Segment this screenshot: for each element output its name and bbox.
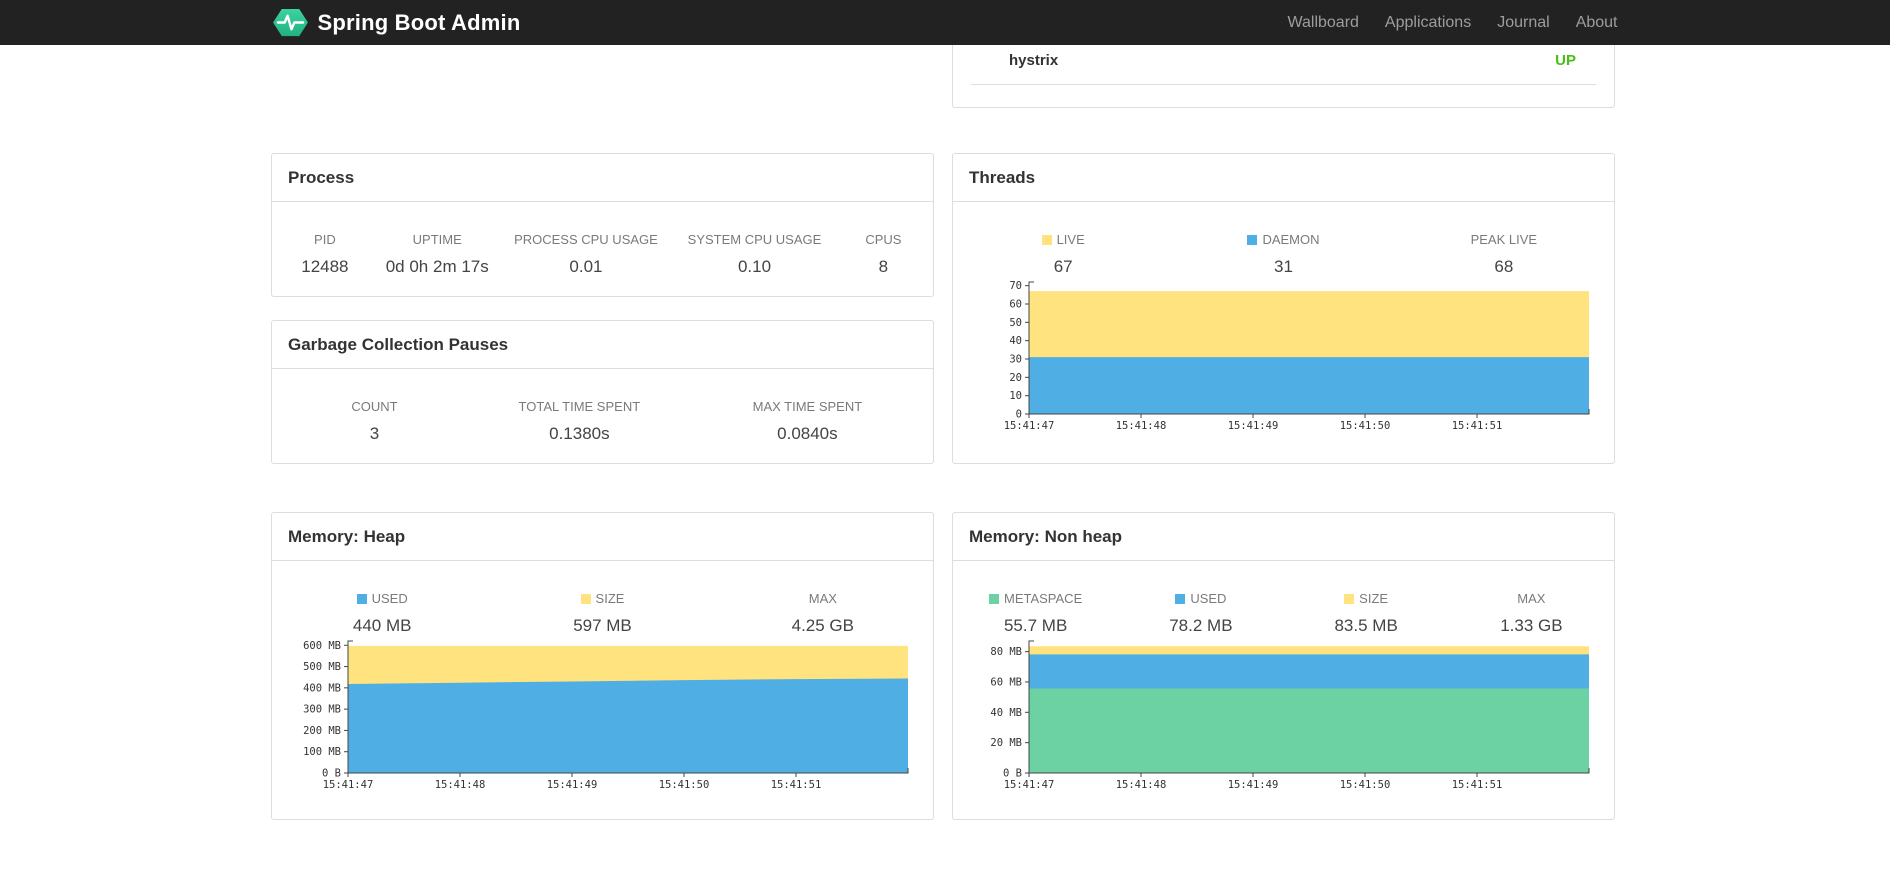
health-row-hystrix: hystrix UP bbox=[971, 52, 1596, 85]
svg-text:15:41:51: 15:41:51 bbox=[1452, 779, 1503, 791]
svg-text:15:41:48: 15:41:48 bbox=[1116, 420, 1167, 432]
svg-text:10: 10 bbox=[1009, 390, 1022, 402]
svg-text:15:41:51: 15:41:51 bbox=[771, 779, 822, 791]
svg-text:50: 50 bbox=[1009, 317, 1022, 329]
used-series-swatch bbox=[1175, 594, 1186, 604]
top-navbar: Spring Boot Admin Wallboard Applications… bbox=[0, 0, 1890, 45]
nonheap-chart: 0 B 20 MB 40 MB 60 MB 80 MB 15:41:47 15:41:48 1… bbox=[983, 635, 1597, 798]
health-indicator-name: hystrix bbox=[1009, 52, 1059, 69]
daemon-series-swatch bbox=[1247, 235, 1258, 245]
nav-item-journal[interactable]: Journal bbox=[1484, 0, 1562, 45]
panel-title-process: Process bbox=[272, 154, 933, 202]
svg-text:15:41:49: 15:41:49 bbox=[547, 779, 598, 791]
svg-text:15:41:51: 15:41:51 bbox=[1452, 420, 1503, 432]
svg-text:15:41:50: 15:41:50 bbox=[1340, 779, 1391, 791]
panel-title-heap: Memory: Heap bbox=[272, 513, 933, 561]
metric-process-cpu-usage: PROCESS CPU USAGE 0.01 bbox=[514, 232, 658, 276]
process-metrics: PID 12488 UPTIME 0d 0h 2m 17s PROCESS CP… bbox=[272, 202, 933, 277]
metric-heap-size: SIZE 597 MB bbox=[573, 591, 632, 635]
metric-heap-max: MAX 4.25 GB bbox=[791, 591, 854, 635]
svg-text:400 MB: 400 MB bbox=[303, 682, 341, 694]
used-series-swatch bbox=[356, 594, 367, 604]
panel-title-nonheap: Memory: Non heap bbox=[953, 513, 1614, 561]
metric-heap-used: USED 440 MB bbox=[352, 591, 412, 635]
svg-text:15:41:48: 15:41:48 bbox=[1116, 779, 1167, 791]
metric-nonheap-used: USED 78.2 MB bbox=[1169, 591, 1233, 635]
svg-text:15:41:49: 15:41:49 bbox=[1228, 779, 1279, 791]
brand-title: Spring Boot Admin bbox=[317, 9, 521, 35]
metric-nonheap-max: MAX 1.33 GB bbox=[1500, 591, 1563, 635]
heap-chart: 0 B 100 MB 200 MB 300 MB 400 MB 500 MB 600 MB 1… bbox=[302, 635, 916, 798]
svg-text:20 MB: 20 MB bbox=[990, 737, 1022, 749]
svg-text:60 MB: 60 MB bbox=[990, 676, 1022, 688]
svg-text:40 MB: 40 MB bbox=[990, 707, 1022, 719]
nav-links: Wallboard Applications Journal About bbox=[1274, 0, 1617, 45]
metric-threads-live: LIVE 67 bbox=[953, 202, 1173, 277]
svg-text:30: 30 bbox=[1009, 354, 1022, 366]
svg-text:80 MB: 80 MB bbox=[990, 646, 1022, 658]
panel-title-gc: Garbage Collection Pauses bbox=[272, 321, 933, 369]
svg-text:500 MB: 500 MB bbox=[303, 661, 341, 673]
svg-text:0 B: 0 B bbox=[1003, 768, 1022, 780]
nav-item-wallboard[interactable]: Wallboard bbox=[1274, 0, 1371, 45]
metric-nonheap-metaspace: METASPACE 55.7 MB bbox=[953, 561, 1118, 636]
svg-text:60: 60 bbox=[1009, 299, 1022, 311]
svg-text:100 MB: 100 MB bbox=[303, 746, 341, 758]
process-panel: Process PID 12488 UPTIME 0d 0h 2m 17s PR… bbox=[271, 153, 934, 297]
svg-text:15:41:48: 15:41:48 bbox=[435, 779, 486, 791]
size-series-swatch bbox=[1344, 594, 1355, 604]
nav-item-applications[interactable]: Applications bbox=[1372, 0, 1484, 45]
svg-text:15:41:50: 15:41:50 bbox=[1340, 420, 1391, 432]
svg-text:0 B: 0 B bbox=[322, 768, 341, 780]
size-series-swatch bbox=[580, 594, 591, 604]
svg-text:15:41:50: 15:41:50 bbox=[659, 779, 710, 791]
gc-metrics: COUNT 3 TOTAL TIME SPENT 0.1380s MAX TIM… bbox=[272, 369, 933, 444]
live-series-swatch bbox=[1041, 235, 1052, 245]
metric-threads-peak-live: PEAK LIVE 68 bbox=[1470, 232, 1538, 276]
metric-gc-total-time: TOTAL TIME SPENT 0.1380s bbox=[518, 399, 641, 443]
memory-nonheap-panel: Memory: Non heap METASPACE 55.7 MB USED … bbox=[952, 512, 1615, 820]
spring-boot-admin-logo-icon bbox=[272, 7, 308, 38]
page: Spring Boot Admin Wallboard Applications… bbox=[0, 0, 1890, 892]
metaspace-series-swatch bbox=[988, 594, 999, 604]
metric-nonheap-size: SIZE 83.5 MB bbox=[1334, 591, 1398, 635]
threads-panel: Threads LIVE 67 DAEMON 31 PEAK LIVE 68 0… bbox=[952, 153, 1615, 464]
panel-title-threads: Threads bbox=[953, 154, 1614, 202]
metric-pid: PID 12488 bbox=[301, 232, 349, 276]
metric-threads-daemon: DAEMON 31 bbox=[1173, 202, 1393, 277]
svg-text:15:41:47: 15:41:47 bbox=[1004, 779, 1055, 791]
metric-uptime: UPTIME 0d 0h 2m 17s bbox=[385, 232, 489, 276]
metric-gc-count: COUNT 3 bbox=[351, 399, 398, 443]
threads-chart: 0 10 20 30 40 50 60 70 15:41:47 15:41:48 15:41:49 1… bbox=[983, 276, 1597, 439]
svg-text:0: 0 bbox=[1016, 409, 1022, 421]
navbar-container: Spring Boot Admin Wallboard Applications… bbox=[272, 0, 1618, 45]
svg-text:40: 40 bbox=[1009, 335, 1022, 347]
heap-legend: USED 440 MB SIZE 597 MB MAX 4.25 GB bbox=[272, 561, 933, 636]
svg-text:15:41:49: 15:41:49 bbox=[1228, 420, 1279, 432]
status-badge: UP bbox=[1555, 52, 1576, 69]
svg-text:70: 70 bbox=[1009, 280, 1022, 292]
gc-panel: Garbage Collection Pauses COUNT 3 TOTAL … bbox=[271, 320, 934, 464]
threads-legend: LIVE 67 DAEMON 31 PEAK LIVE 68 bbox=[953, 202, 1614, 277]
metric-gc-max-time: MAX TIME SPENT 0.0840s bbox=[752, 399, 863, 443]
brand-link[interactable]: Spring Boot Admin bbox=[272, 7, 521, 38]
svg-text:20: 20 bbox=[1009, 372, 1022, 384]
svg-text:200 MB: 200 MB bbox=[303, 725, 341, 737]
svg-text:15:41:47: 15:41:47 bbox=[323, 779, 374, 791]
nav-item-about[interactable]: About bbox=[1563, 0, 1618, 45]
nonheap-legend: METASPACE 55.7 MB USED 78.2 MB SIZE 83.5… bbox=[953, 561, 1614, 636]
memory-heap-panel: Memory: Heap USED 440 MB SIZE 597 MB MAX… bbox=[271, 512, 934, 820]
metric-cpus: CPUS 8 bbox=[865, 232, 902, 276]
svg-text:600 MB: 600 MB bbox=[303, 640, 341, 652]
metric-system-cpu-usage: SYSTEM CPU USAGE 0.10 bbox=[687, 232, 822, 276]
svg-text:15:41:47: 15:41:47 bbox=[1004, 420, 1055, 432]
svg-text:300 MB: 300 MB bbox=[303, 704, 341, 716]
